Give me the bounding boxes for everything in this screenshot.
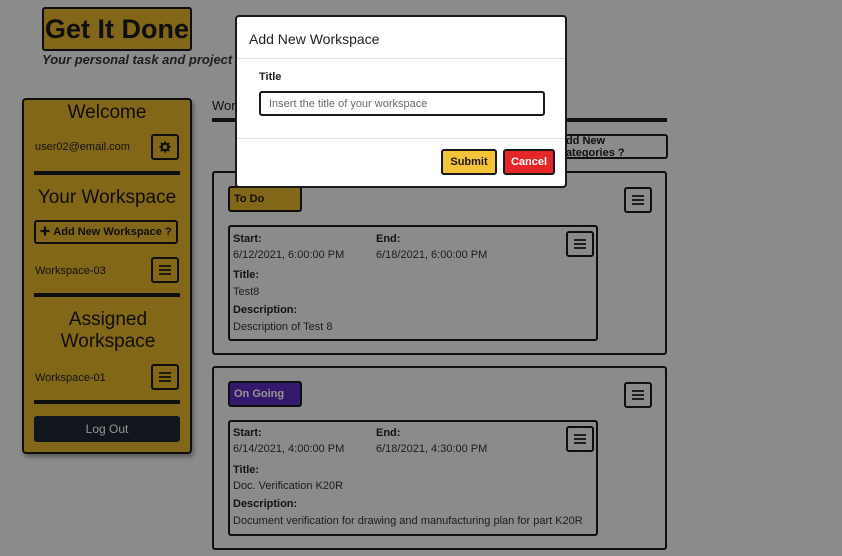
modal-footer-divider (237, 138, 565, 139)
cancel-button[interactable]: Cancel (503, 149, 555, 175)
title-field-label: Title (259, 71, 282, 83)
add-workspace-modal: Add New Workspace Title Submit Cancel (235, 15, 567, 188)
modal-header-divider (237, 58, 565, 59)
submit-button[interactable]: Submit (441, 149, 497, 175)
modal-title: Add New Workspace (249, 31, 380, 47)
workspace-title-input[interactable] (259, 91, 545, 116)
